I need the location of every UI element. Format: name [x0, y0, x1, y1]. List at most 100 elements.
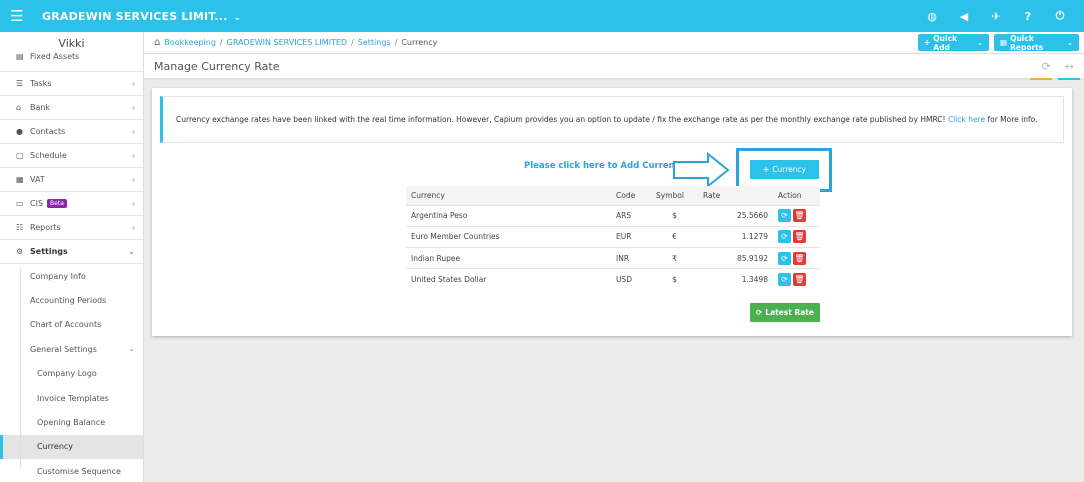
bank-icon: ⌂ — [16, 103, 22, 112]
sidebar-item-tasks[interactable]: ☰ Tasks › — [0, 72, 143, 96]
beta-badge: Beta — [47, 199, 67, 208]
sidebar-item-contacts[interactable]: ● Contacts › — [0, 120, 143, 144]
contacts-icon: ● — [16, 127, 23, 136]
refresh-rate-button[interactable]: ⟳ — [778, 273, 791, 287]
page-header: Manage Currency Rate ⟳ ↔ — [144, 54, 1084, 80]
sidebar-sub-general-settings[interactable]: General Settings ⌄ — [0, 337, 143, 361]
chevron-right-icon: › — [131, 127, 135, 136]
megaphone-icon[interactable]: ◀ — [948, 10, 980, 23]
sidebar-sub-chart-of-accounts[interactable]: Chart of Accounts — [0, 313, 143, 337]
info-click-here-link[interactable]: Click here — [948, 115, 985, 124]
top-right-icons: ◍ ◀ ✈ ? ⏻ — [916, 0, 1076, 32]
breadcrumb-settings[interactable]: Settings — [358, 38, 391, 47]
currency-table: Currency Code Symbol Rate Action Argenti… — [406, 186, 820, 291]
hamburger-menu-icon[interactable]: ☰ — [0, 7, 34, 25]
chevron-down-icon: ⌄ — [1066, 38, 1073, 47]
breadcrumb-separator: / — [394, 38, 398, 47]
sidebar-item-label: VAT — [30, 175, 45, 184]
quick-reports-button[interactable]: ▦ Quick Reports ⌄ — [994, 33, 1079, 52]
cell-code: INR — [611, 247, 651, 269]
delete-button[interactable]: 🗑 — [793, 251, 806, 265]
company-selector[interactable]: GRADEWIN SERVICES LIMIT... ⌄ — [42, 10, 241, 23]
refresh-rate-button[interactable]: ⟳ — [778, 230, 791, 244]
table-row: United States Dollar USD $ 1.3498 ⟳ 🗑 — [406, 268, 820, 291]
table-row: Indian Rupee INR ₹ 85.9192 ⟳ 🗑 — [406, 247, 820, 269]
chevron-down-icon: ⌄ — [976, 38, 983, 47]
sidebar-sub-label: General Settings — [30, 344, 97, 354]
help-icon[interactable]: ? — [1012, 10, 1044, 23]
sidebar-sub-accounting-periods[interactable]: Accounting Periods — [0, 288, 143, 312]
chevron-down-icon: ⌄ — [233, 12, 242, 23]
cell-currency: Indian Rupee — [406, 247, 611, 269]
plus-icon: + — [762, 165, 770, 174]
sidebar-item-cis[interactable]: ▭ CIS Beta › — [0, 192, 143, 216]
cell-action: ⟳ 🗑 — [773, 204, 820, 227]
sidebar-item-bank[interactable]: ⌂ Bank › — [0, 96, 143, 120]
refresh-underline — [1030, 78, 1052, 80]
col-action: Action — [773, 186, 820, 205]
sidebar: Vikki ▤ Fixed Assets ☰ Tasks › ⌂ Bank › ● Co… — [0, 32, 144, 482]
cell-rate: 1.3498 — [698, 268, 773, 291]
latest-rate-button[interactable]: ⟳ Latest Rate — [750, 303, 820, 322]
refresh-rate-button[interactable]: ⟳ — [778, 251, 791, 265]
globe-icon[interactable]: ◍ — [916, 10, 948, 23]
sidebar-item-vat[interactable]: ▦ VAT › — [0, 168, 143, 192]
sidebar-sub-company-info[interactable]: Company Info — [0, 264, 143, 288]
expand-icon[interactable]: ↔ — [1065, 60, 1074, 73]
col-symbol: Symbol — [651, 186, 698, 205]
info-text: Currency exchange rates have been linked… — [176, 115, 946, 124]
refresh-icon[interactable]: ⟳ — [1042, 60, 1051, 73]
add-currency-button[interactable]: + Currency — [750, 160, 819, 179]
chevron-right-icon: › — [131, 223, 135, 232]
breadcrumb-separator: / — [219, 38, 223, 47]
delete-button[interactable]: 🗑 — [793, 209, 806, 223]
cell-currency: Euro Member Countries — [406, 225, 611, 248]
quick-reports-label: Quick Reports — [1010, 33, 1044, 52]
power-icon[interactable]: ⏻ — [1044, 9, 1076, 23]
sidebar-sub-company-logo[interactable]: Company Logo — [0, 362, 143, 386]
panel-tools: ⟳ ↔ — [1042, 60, 1074, 73]
cell-action: ⟳ 🗑 — [773, 268, 820, 291]
cell-symbol: $ — [651, 268, 698, 291]
sidebar-sub-currency[interactable]: Currency — [0, 434, 143, 460]
calendar-icon: ▢ — [16, 151, 24, 160]
chevron-down-icon: ⌄ — [128, 344, 135, 354]
chevron-right-icon: › — [131, 199, 135, 208]
book-icon: ▤ — [16, 52, 24, 61]
cell-rate: 85.9192 — [698, 247, 773, 269]
sidebar-sub-invoice-templates[interactable]: Invoice Templates — [0, 386, 143, 410]
breadcrumb-company[interactable]: GRADEWIN SERVICES LIMITED — [227, 38, 347, 47]
sidebar-item-label: Tasks — [30, 79, 52, 88]
quick-add-button[interactable]: + Quick Add ⌄ — [918, 34, 989, 52]
cell-symbol: ₹ — [651, 247, 698, 269]
cell-symbol: € — [651, 225, 698, 248]
sidebar-item-reports[interactable]: ☷ Reports › — [0, 216, 143, 240]
sidebar-item-fixed-assets[interactable]: ▤ Fixed Assets — [0, 50, 143, 72]
chevron-down-icon: ⌄ — [128, 247, 135, 256]
breadcrumb-bookkeeping[interactable]: Bookkeeping — [164, 38, 216, 47]
cell-action: ⟳ 🗑 — [773, 247, 820, 269]
sidebar-item-label: Bank — [30, 103, 51, 112]
sidebar-item-schedule[interactable]: ▢ Schedule › — [0, 144, 143, 168]
latest-rate-label: Latest Rate — [765, 308, 814, 317]
sidebar-item-label: Fixed Assets — [30, 52, 80, 61]
sidebar-sub-customise-sequence[interactable]: Customise Sequence — [0, 459, 143, 482]
cell-rate: 25.5660 — [698, 204, 773, 227]
tasks-icon: ☰ — [16, 79, 24, 88]
arrow-right-icon — [673, 152, 730, 188]
delete-button[interactable]: 🗑 — [793, 230, 806, 244]
table-row: Euro Member Countries EUR € 1.1279 ⟳ 🗑 — [406, 225, 820, 248]
sidebar-item-settings[interactable]: ⚙ Settings ⌄ — [0, 240, 143, 264]
cell-currency: United States Dollar — [406, 268, 611, 291]
home-icon[interactable]: ⌂ — [154, 37, 160, 48]
cell-action: ⟳ 🗑 — [773, 225, 820, 248]
rocket-icon[interactable]: ✈ — [980, 10, 1012, 23]
cell-code: EUR — [611, 225, 651, 248]
chevron-right-icon: › — [131, 103, 135, 112]
sidebar-sub-opening-balance[interactable]: Opening Balance — [0, 410, 143, 434]
delete-button[interactable]: 🗑 — [793, 273, 806, 287]
refresh-rate-button[interactable]: ⟳ — [778, 209, 791, 223]
cell-symbol: $ — [651, 204, 698, 227]
info-suffix: for More info. — [987, 115, 1038, 124]
breadcrumb-current: Currency — [401, 38, 438, 47]
